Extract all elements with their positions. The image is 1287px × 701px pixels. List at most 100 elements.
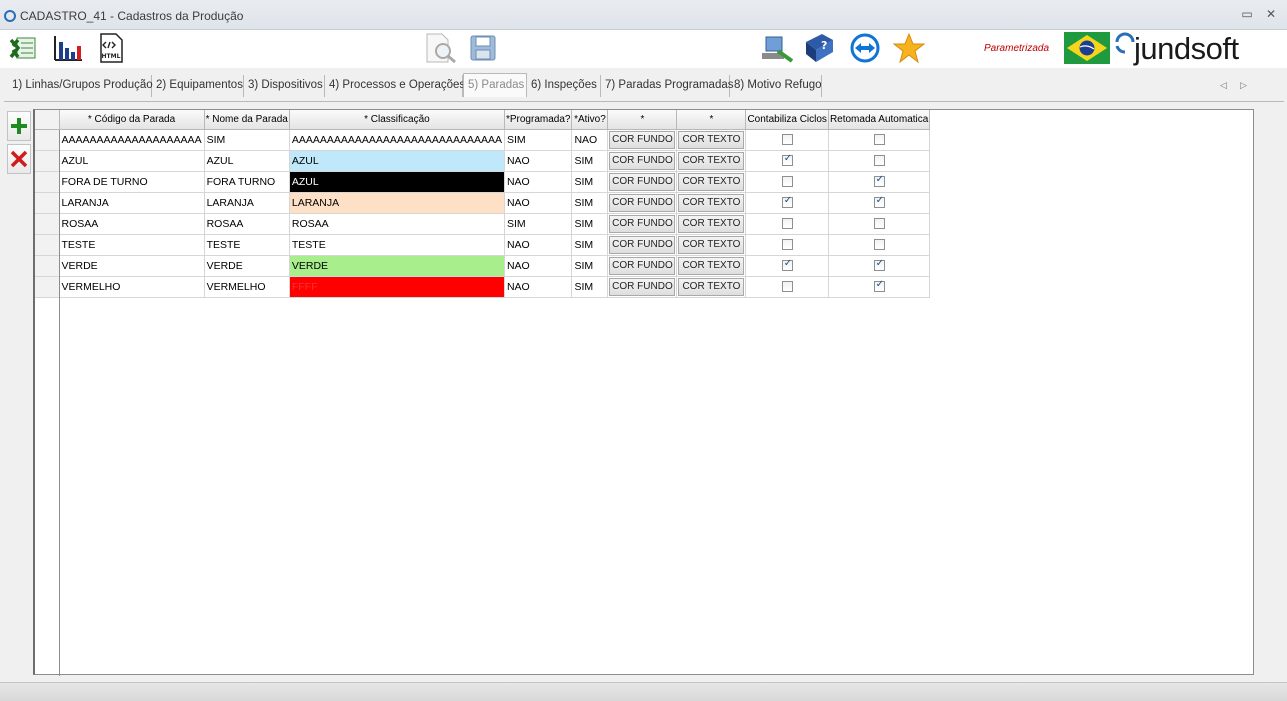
cell-classificacao[interactable]: ROSAA — [289, 213, 505, 235]
table-row[interactable]: TESTE TESTE TESTE NAO SIM COR FUNDO COR TEXTO — [35, 234, 931, 256]
cor-fundo-button[interactable]: COR FUNDO — [609, 172, 676, 191]
cor-texto-button[interactable]: COR TEXTO — [678, 151, 745, 170]
cor-texto-button[interactable]: COR TEXTO — [678, 235, 745, 254]
col-header-codigo[interactable]: * Código da Parada — [59, 110, 205, 130]
cell-nome[interactable]: FORA TURNO — [204, 171, 290, 193]
help-book-icon[interactable]: ? — [802, 33, 836, 63]
cor-fundo-button[interactable]: COR FUNDO — [609, 235, 676, 254]
cell-codigo[interactable]: VERDE — [59, 255, 205, 277]
cell-nome[interactable]: AZUL — [204, 150, 290, 172]
delete-row-button[interactable] — [7, 144, 31, 174]
retomada-checkbox[interactable] — [873, 258, 885, 272]
cell-ativo[interactable]: SIM — [571, 213, 609, 235]
cell-codigo[interactable]: TESTE — [59, 234, 205, 256]
cell-classificacao[interactable]: AZUL — [289, 171, 505, 193]
row-selector[interactable] — [35, 150, 60, 172]
tab-scroll-left-icon[interactable]: ◁ — [1220, 80, 1227, 91]
add-row-button[interactable] — [7, 111, 31, 141]
contabiliza-checkbox[interactable] — [781, 218, 793, 230]
table-row[interactable]: VERDE VERDE VERDE NAO SIM COR FUNDO COR TEXTO — [35, 255, 931, 277]
minimize-icon[interactable]: ▭ — [1240, 7, 1254, 21]
tab-scroll-right-icon[interactable]: ▷ — [1240, 80, 1247, 91]
cor-texto-button[interactable]: COR TEXTO — [678, 193, 745, 212]
cell-nome[interactable]: TESTE — [204, 234, 290, 256]
cell-ativo[interactable]: SIM — [571, 192, 609, 214]
retomada-checkbox[interactable] — [873, 239, 885, 251]
cor-fundo-button[interactable]: COR FUNDO — [609, 151, 676, 170]
tab-1[interactable]: 1) Linhas/Grupos Produção — [8, 75, 153, 97]
cell-ativo[interactable]: SIM — [571, 276, 609, 298]
cor-texto-button[interactable]: COR TEXTO — [678, 130, 745, 149]
cor-texto-button[interactable]: COR TEXTO — [678, 256, 745, 275]
cor-fundo-button[interactable]: COR FUNDO — [609, 277, 676, 296]
cell-ativo[interactable]: SIM — [571, 171, 609, 193]
cell-programada[interactable]: SIM — [504, 129, 573, 151]
cell-classificacao[interactable]: AZUL — [289, 150, 505, 172]
cell-classificacao[interactable]: AAAAAAAAAAAAAAAAAAAAAAAAAAAAAA — [289, 129, 505, 151]
favorite-star-icon[interactable] — [892, 33, 926, 63]
tab-3[interactable]: 3) Dispositivos — [244, 75, 325, 97]
row-selector[interactable] — [35, 213, 60, 235]
cor-fundo-button[interactable]: COR FUNDO — [609, 130, 676, 149]
tab-4[interactable]: 4) Processos e Operações — [325, 75, 465, 97]
cell-nome[interactable]: SIM — [204, 129, 290, 151]
cell-programada[interactable]: SIM — [504, 213, 573, 235]
cell-codigo[interactable]: ROSAA — [59, 213, 205, 235]
cell-programada[interactable]: NAO — [504, 234, 573, 256]
cell-programada[interactable]: NAO — [504, 150, 573, 172]
col-header-ativo[interactable]: *Ativo? — [571, 110, 609, 130]
cor-texto-button[interactable]: COR TEXTO — [678, 277, 745, 296]
contabiliza-checkbox[interactable] — [781, 195, 793, 209]
col-header-contabiliza[interactable]: Contabiliza Ciclos — [745, 110, 829, 130]
cell-codigo[interactable]: FORA DE TURNO — [59, 171, 205, 193]
cell-codigo[interactable]: AZUL — [59, 150, 205, 172]
cell-nome[interactable]: ROSAA — [204, 213, 290, 235]
tab-2[interactable]: 2) Equipamentos — [152, 75, 244, 97]
cell-nome[interactable]: VERDE — [204, 255, 290, 277]
cell-programada[interactable]: NAO — [504, 276, 573, 298]
table-row[interactable]: LARANJA LARANJA LARANJA NAO SIM COR FUNDO COR … — [35, 192, 931, 214]
cell-codigo[interactable]: LARANJA — [59, 192, 205, 214]
close-icon[interactable]: ✕ — [1264, 7, 1278, 21]
cor-texto-button[interactable]: COR TEXTO — [678, 172, 745, 191]
cell-ativo[interactable]: SIM — [571, 255, 609, 277]
cell-codigo[interactable]: AAAAAAAAAAAAAAAAAAAA — [59, 129, 205, 151]
tab-7[interactable]: 7) Paradas Programadas — [601, 75, 733, 97]
contabiliza-checkbox[interactable] — [781, 258, 793, 272]
cor-fundo-button[interactable]: COR FUNDO — [609, 193, 676, 212]
cell-programada[interactable]: NAO — [504, 171, 573, 193]
cell-classificacao[interactable]: TESTE — [289, 234, 505, 256]
tab-6[interactable]: 6) Inspeções — [527, 75, 601, 97]
brazil-flag-icon[interactable] — [1063, 32, 1111, 64]
col-header-programada[interactable]: *Programada? — [504, 110, 573, 130]
table-row[interactable]: AAAAAAAAAAAAAAAAAAAA SIM AAAAAAAAAAAAAAAAA… — [35, 129, 931, 151]
row-selector[interactable] — [35, 129, 60, 151]
tab-5[interactable]: 5) Paradas — [463, 73, 527, 97]
cell-classificacao[interactable]: FFFF — [289, 276, 505, 298]
retomada-checkbox[interactable] — [873, 134, 885, 146]
contabiliza-checkbox[interactable] — [781, 239, 793, 251]
table-row[interactable]: VERMELHO VERMELHO FFFF NAO SIM COR FUNDO COR T… — [35, 276, 931, 298]
cell-programada[interactable]: NAO — [504, 255, 573, 277]
cell-classificacao[interactable]: VERDE — [289, 255, 505, 277]
contabiliza-checkbox[interactable] — [781, 281, 793, 293]
col-header-retomada[interactable]: Retomada Automatica — [828, 110, 931, 130]
row-selector[interactable] — [35, 255, 60, 277]
cell-ativo[interactable]: NAO — [571, 129, 609, 151]
contabiliza-checkbox[interactable] — [781, 176, 793, 188]
cell-programada[interactable]: NAO — [504, 192, 573, 214]
retomada-checkbox[interactable] — [873, 279, 885, 293]
cor-fundo-button[interactable]: COR FUNDO — [609, 256, 676, 275]
table-row[interactable]: ROSAA ROSAA ROSAA SIM SIM COR FUNDO COR TEXTO — [35, 213, 931, 235]
retomada-checkbox[interactable] — [873, 155, 885, 167]
row-selector[interactable] — [35, 192, 60, 214]
row-selector[interactable] — [35, 276, 60, 298]
retomada-checkbox[interactable] — [873, 174, 885, 188]
col-header-cor-texto[interactable]: * — [676, 110, 747, 130]
table-row[interactable]: FORA DE TURNO FORA TURNO AZUL NAO SIM COR FUN… — [35, 171, 931, 193]
table-row[interactable]: AZUL AZUL AZUL NAO SIM COR FUNDO COR TEXTO — [35, 150, 931, 172]
col-header-cor-fundo[interactable]: * — [607, 110, 678, 130]
cell-nome[interactable]: VERMELHO — [204, 276, 290, 298]
cell-codigo[interactable]: VERMELHO — [59, 276, 205, 298]
row-selector[interactable] — [35, 234, 60, 256]
